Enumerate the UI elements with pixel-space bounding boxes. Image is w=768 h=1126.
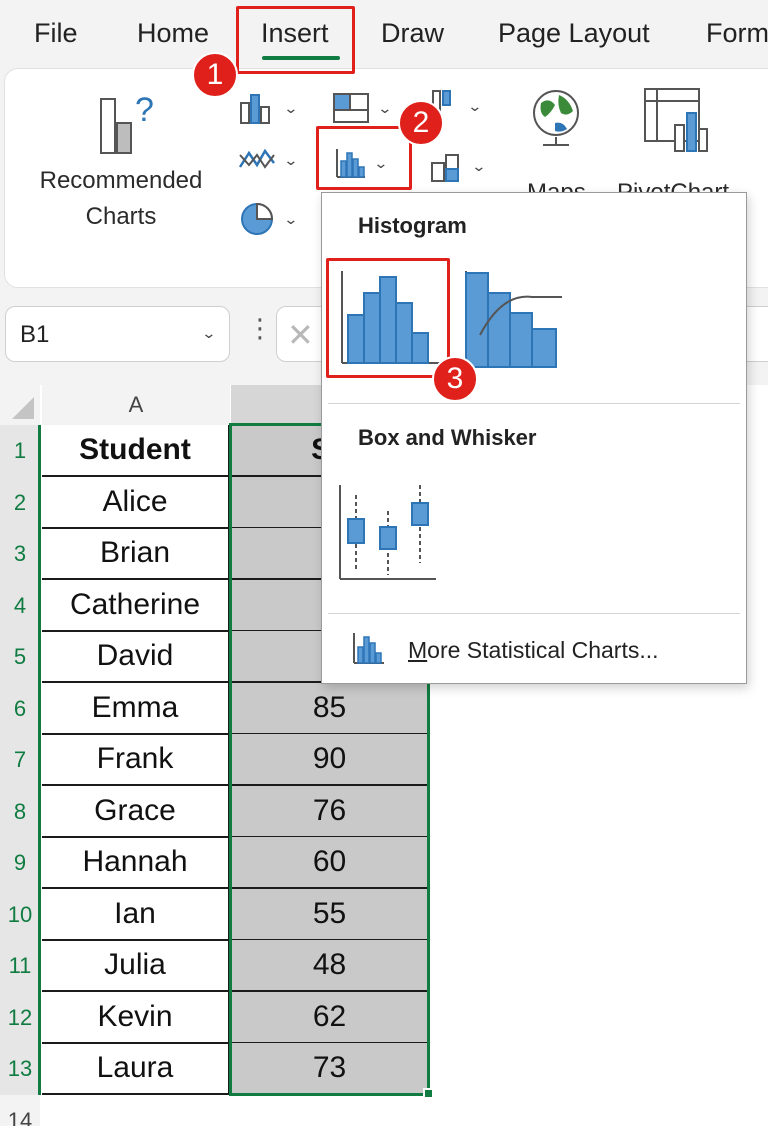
dropdown-separator — [328, 403, 740, 404]
statistic-chart-small-icon — [353, 633, 384, 664]
student-name-cell[interactable]: Grace — [42, 786, 230, 838]
pie-chart-button[interactable]: ⌄ — [237, 201, 299, 237]
chevron-down-icon: ⌄ — [377, 99, 393, 116]
score-cell[interactable]: 48 — [231, 940, 428, 992]
chevron-down-icon: ⌄ — [467, 97, 483, 114]
row-header[interactable]: 8 — [0, 786, 40, 838]
student-name-cell[interactable]: Frank — [42, 734, 230, 786]
more-options-icon[interactable]: ⋮ — [247, 315, 273, 341]
row-header[interactable]: 4 — [0, 580, 40, 632]
score-cell[interactable]: 60 — [231, 837, 428, 889]
treemap-icon — [333, 93, 369, 123]
histogram-option-highlight — [326, 258, 450, 378]
student-name-cell[interactable]: Catherine — [42, 580, 230, 632]
svg-text:?: ? — [135, 91, 154, 129]
tab-formulas[interactable]: Form — [706, 18, 768, 49]
histogram-heading: Histogram — [358, 213, 467, 238]
more-statistical-charts-label: More Statistical Charts... — [408, 637, 659, 664]
more-statistical-charts-item[interactable]: More Statistical Charts... — [342, 625, 732, 673]
select-all-corner[interactable] — [0, 385, 40, 425]
column-chart-button[interactable]: ⌄ — [237, 91, 299, 125]
pie-chart-icon — [241, 202, 274, 235]
ribbon-tab-bar: File Home Insert Draw Page Layout Form — [0, 0, 768, 68]
pivotchart-icon — [644, 88, 708, 152]
student-name-cell[interactable]: Emma — [42, 683, 230, 735]
student-name-cell[interactable]: Hannah — [42, 837, 230, 889]
pivotchart-button[interactable]: PivotChart — [611, 83, 751, 206]
hierarchy-chart-button[interactable]: ⌄ — [331, 91, 393, 125]
selected-rows-indicator — [38, 425, 41, 1095]
row-header[interactable]: 3 — [0, 528, 40, 580]
cancel-icon[interactable]: ✕ — [287, 316, 314, 354]
student-name-cell[interactable]: Alice — [42, 477, 230, 529]
header-cell-student[interactable]: Student — [42, 425, 230, 477]
tab-draw[interactable]: Draw — [381, 18, 444, 49]
row-header[interactable]: 1 — [0, 425, 40, 477]
student-name-cell[interactable]: Julia — [42, 940, 230, 992]
row-header[interactable]: 11 — [0, 940, 40, 992]
box-whisker-heading: Box and Whisker — [358, 425, 537, 450]
score-cell[interactable]: 55 — [231, 889, 428, 941]
more-statistical-charts-accelerator: M — [408, 637, 428, 663]
column-header-b[interactable] — [231, 385, 321, 425]
chevron-down-icon[interactable]: ⌄ — [202, 325, 217, 342]
chevron-down-icon: ⌄ — [471, 157, 487, 174]
student-name-cell[interactable]: David — [42, 631, 230, 683]
select-all-triangle-icon — [12, 397, 34, 419]
name-box-value: B1 — [20, 321, 50, 348]
row-header[interactable]: 6 — [0, 683, 40, 735]
score-cell[interactable]: 90 — [231, 734, 428, 786]
student-name-cell[interactable]: Laura — [42, 1043, 230, 1095]
row-header[interactable]: 5 — [0, 631, 40, 683]
student-name-cell[interactable]: Ian — [42, 889, 230, 941]
box-whisker-chart-icon — [339, 485, 436, 580]
globe-icon — [533, 90, 579, 146]
statistic-chart-highlight — [316, 126, 412, 190]
insert-tab-highlight — [236, 6, 355, 74]
line-chart-button[interactable]: ⌄ — [237, 143, 299, 177]
column-header-a[interactable]: A — [42, 385, 230, 425]
combo-chart-button[interactable]: ⌄ — [429, 149, 487, 183]
student-name-cell[interactable]: Kevin — [42, 992, 230, 1044]
row-header[interactable]: 7 — [0, 734, 40, 786]
maps-button[interactable]: Maps — [519, 83, 599, 206]
chevron-down-icon: ⌄ — [283, 151, 299, 168]
chevron-down-icon: ⌄ — [283, 99, 299, 116]
tab-file[interactable]: File — [34, 18, 78, 49]
tab-home[interactable]: Home — [137, 18, 209, 49]
score-cell[interactable]: 85 — [231, 683, 428, 735]
row-header[interactable]: 10 — [0, 889, 40, 941]
line-chart-icon — [238, 148, 275, 169]
chevron-down-icon: ⌄ — [283, 210, 299, 227]
column-chart-icon — [240, 94, 270, 124]
score-cell[interactable]: 76 — [231, 786, 428, 838]
student-name-cell[interactable]: Brian — [42, 528, 230, 580]
score-cell[interactable]: 62 — [231, 992, 428, 1044]
pareto-chart-icon — [465, 271, 562, 368]
dropdown-separator — [328, 613, 740, 614]
row-header[interactable]: 9 — [0, 837, 40, 889]
fill-handle[interactable] — [423, 1088, 434, 1099]
pareto-chart-option[interactable] — [462, 263, 566, 369]
step-2-badge: 2 — [398, 100, 444, 146]
row-header[interactable]: 13 — [0, 1043, 40, 1095]
row-header[interactable]: 12 — [0, 992, 40, 1044]
box-whisker-chart-option[interactable] — [334, 477, 438, 583]
name-box[interactable]: B1 ⌄ — [5, 306, 230, 362]
recommended-charts-button[interactable]: ? Recommended Charts — [33, 79, 223, 239]
recommended-charts-label-2: Charts — [85, 203, 157, 230]
step-1-badge: 1 — [192, 52, 238, 98]
more-statistical-charts-text: ore Statistical Charts... — [427, 637, 659, 663]
recommended-charts-label: Recommended — [39, 167, 203, 194]
step-3-badge: 3 — [432, 356, 478, 402]
tab-page-layout[interactable]: Page Layout — [498, 18, 650, 49]
row-header[interactable]: 2 — [0, 477, 40, 529]
score-cell[interactable]: 73 — [231, 1043, 428, 1095]
row-header[interactable]: 14 — [0, 1095, 40, 1126]
combo-chart-icon — [431, 154, 459, 182]
recommended-charts-icon: ? — [100, 91, 154, 154]
